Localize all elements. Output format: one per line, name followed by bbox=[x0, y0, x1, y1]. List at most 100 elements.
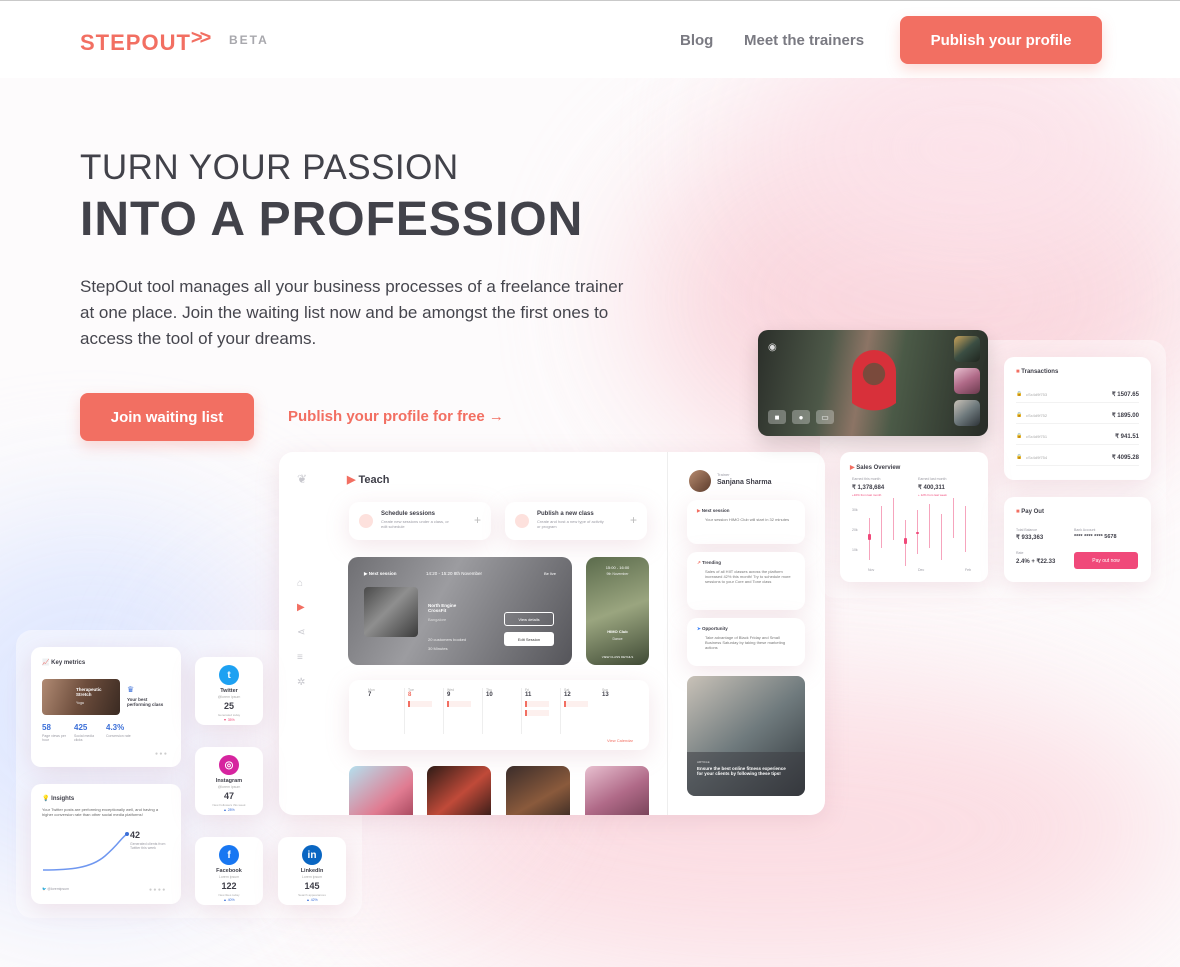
participant-3[interactable] bbox=[954, 400, 980, 426]
class-thumb-3[interactable] bbox=[506, 766, 570, 815]
candle-wick bbox=[965, 506, 966, 552]
teach-title: Teach bbox=[358, 474, 390, 486]
best-class-photo[interactable]: Therapeutic Stretch Yoga bbox=[42, 679, 120, 715]
feed-next-session[interactable]: ▶ Next session Your session HIMO Club wi… bbox=[687, 500, 805, 544]
insights-handle[interactable]: 🐦 @loremipsum bbox=[42, 887, 69, 891]
hero-title-light: TURN YOUR PASSION bbox=[80, 148, 459, 187]
article-card[interactable]: ARTICLE Ensure the best online fitness e… bbox=[687, 676, 805, 796]
social-handle: Lorem ipsum bbox=[218, 875, 240, 879]
transaction-row[interactable]: 🔒 cSx4d9f752 ₹ 1895.00 bbox=[1016, 412, 1139, 424]
next-session-label: ▶ Next session bbox=[364, 571, 397, 576]
calendar-event[interactable] bbox=[447, 701, 471, 707]
payout-card: ■ Pay Out Total Balance ₹ 933,363 Bank A… bbox=[1004, 497, 1151, 582]
teach-icon[interactable]: ▶ bbox=[297, 602, 305, 613]
calendar-day[interactable]: Sun 13 bbox=[599, 688, 633, 734]
screen-share-icon[interactable]: ▭ bbox=[816, 410, 834, 424]
calendar-day[interactable]: Mon 7 bbox=[365, 688, 399, 734]
add-icon[interactable]: + bbox=[474, 513, 481, 527]
candle-wick bbox=[941, 514, 942, 560]
nav-trainers-link[interactable]: Meet the trainers bbox=[744, 32, 864, 49]
side-card-place: Dance bbox=[612, 637, 623, 641]
trainer-name: Sanjana Sharma bbox=[717, 479, 772, 486]
transaction-row[interactable]: 🔒 cSx4d9f754 ₹ 4095.28 bbox=[1016, 454, 1139, 466]
view-details-button[interactable]: View details bbox=[504, 612, 554, 626]
new-class-card[interactable]: Publish a new class Create and host a ne… bbox=[505, 502, 647, 540]
candle-body bbox=[916, 532, 919, 534]
beta-badge: BETA bbox=[229, 33, 269, 47]
trainer-role: Trainer bbox=[717, 472, 730, 477]
candle-wick bbox=[881, 506, 882, 548]
class-thumb-1[interactable] bbox=[349, 766, 413, 815]
payout-rate-label: Rate bbox=[1016, 551, 1024, 555]
next-session-card[interactable]: ▶ Next session 14:20 - 15:20 8th Novembe… bbox=[348, 557, 572, 665]
calendar-event[interactable] bbox=[525, 701, 549, 707]
teach-heading: ▶ Teach bbox=[347, 473, 390, 486]
insights-title: 💡 Insights bbox=[42, 796, 75, 802]
add-icon[interactable]: + bbox=[630, 513, 637, 527]
class-thumb-4[interactable] bbox=[585, 766, 649, 815]
article-label: ARTICLE bbox=[697, 760, 710, 764]
calendar-day[interactable]: Wed 9 bbox=[443, 688, 477, 734]
pager-dots[interactable]: ● ● ● bbox=[155, 751, 167, 757]
participant-1[interactable] bbox=[954, 336, 980, 362]
social-label: Generated today bbox=[217, 713, 241, 717]
calendar-card: Mon 7 Tue 8 Wed 9 Thu 10 Fri 11 Sat 12 Sun 13 View Ca… bbox=[349, 680, 649, 750]
payout-card-number: **** **** **** 5678 bbox=[1074, 534, 1117, 540]
schedule-sessions-card[interactable]: Schedule sessions Create new sessions un… bbox=[349, 502, 491, 540]
top-border bbox=[0, 0, 1180, 1]
sales-overview-card: ▶ Sales Overview Earned this month ₹ 1,3… bbox=[840, 452, 988, 582]
pager-dots[interactable]: ● ● ● ● bbox=[149, 887, 165, 893]
social-card-facebook[interactable]: f Facebook Lorem ipsum 122 New likes today ▲ … bbox=[195, 837, 263, 905]
transaction-id: cSx4d9f752 bbox=[1026, 413, 1048, 418]
side-card-cta[interactable]: VIEW CLASS DETAILS bbox=[586, 655, 649, 659]
publish-free-link[interactable]: Publish your profile for free → bbox=[288, 408, 504, 425]
calendar-event[interactable] bbox=[564, 701, 588, 707]
calendar-event[interactable] bbox=[408, 701, 432, 707]
publish-profile-button[interactable]: Publish your profile bbox=[900, 16, 1102, 64]
crossfit-photo bbox=[364, 587, 418, 637]
social-card-instagram[interactable]: ◎ Instagram @lorem ipsum 47 New Followers th… bbox=[195, 747, 263, 815]
calendar-event[interactable] bbox=[525, 710, 549, 716]
calendar-day[interactable]: Sat 12 bbox=[560, 688, 594, 734]
himo-club-card[interactable]: 15:00 - 16:00 9th November HIMO Club Dan… bbox=[586, 557, 649, 665]
home-icon[interactable]: ⌂ bbox=[297, 578, 303, 589]
feed-trending[interactable]: ↗ Trending Sales of all HIIT classes acr… bbox=[687, 552, 805, 610]
feed-opportunity[interactable]: ➤ Opportunity Take advantage of Black Fr… bbox=[687, 618, 805, 666]
class-thumb-2[interactable] bbox=[427, 766, 491, 815]
participant-2[interactable] bbox=[954, 368, 980, 394]
settings-icon[interactable]: ✲ bbox=[297, 677, 305, 688]
calendar-date: 9 bbox=[447, 692, 451, 698]
social-value: 47 bbox=[223, 791, 234, 801]
calendar-day[interactable]: Fri 11 bbox=[521, 688, 555, 734]
social-name: Instagram bbox=[215, 778, 243, 784]
join-waiting-list-button[interactable]: Join waiting list bbox=[80, 393, 254, 441]
share-icon[interactable]: ⋖ bbox=[297, 627, 305, 638]
sales-a-delta: +16% from last month bbox=[852, 493, 882, 497]
view-calendar-link[interactable]: View Calendar bbox=[607, 738, 633, 743]
candle-wick bbox=[929, 504, 930, 548]
list-icon[interactable]: ≡ bbox=[297, 652, 303, 663]
dashboard-card: ❦ ⌂ ▶ ⋖ ≡ ✲ ▶ Teach Schedule sessions Cr… bbox=[279, 452, 825, 815]
side-card-name: HIMO Club bbox=[607, 629, 628, 634]
nav-blog-link[interactable]: Blog bbox=[680, 32, 713, 49]
pay-out-button[interactable]: Pay out now bbox=[1074, 552, 1138, 569]
transaction-row[interactable]: 🔒 cSx4d9f751 ₹ 941.51 bbox=[1016, 433, 1139, 445]
insights-body: Your Twitter posts are performing except… bbox=[42, 807, 159, 817]
transaction-row[interactable]: 🔒 cSx4d9f753 ₹ 1507.65 bbox=[1016, 391, 1139, 403]
payout-card-label: Bank Account bbox=[1074, 528, 1096, 532]
video-call-card[interactable]: ◉ ■ ● ▭ bbox=[758, 330, 988, 436]
logo[interactable]: STEPOUT>> bbox=[80, 27, 211, 56]
microphone-icon[interactable]: ● bbox=[792, 410, 810, 424]
edit-session-button[interactable]: Edit Session bbox=[504, 632, 554, 646]
calendar-day[interactable]: Thu 10 bbox=[482, 688, 516, 734]
sales-y-tick: 10k bbox=[852, 548, 858, 552]
social-card-linkedin[interactable]: in LinkedIn Lorem ipsum 145 Search appearanc… bbox=[278, 837, 346, 905]
feed-next-title: ▶ Next session bbox=[697, 508, 730, 513]
calendar-day[interactable]: Tue 8 bbox=[404, 688, 438, 734]
sales-x-tick: Nov bbox=[868, 568, 875, 572]
camera-icon[interactable]: ■ bbox=[768, 410, 786, 424]
social-card-twitter[interactable]: t Twitter @lorem ipsum 25 Generated today ▼ 3… bbox=[195, 657, 263, 725]
avatar[interactable] bbox=[689, 470, 711, 492]
best-class-label: Your best performing class bbox=[127, 697, 164, 707]
social-delta: ▲ 28% bbox=[223, 808, 235, 812]
